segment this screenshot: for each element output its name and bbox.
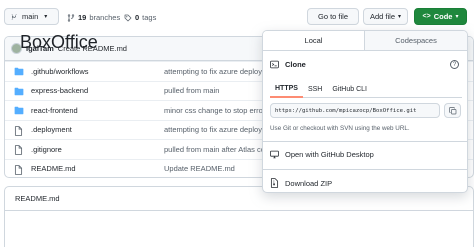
tags-label: tags — [142, 13, 157, 22]
add-file-button[interactable]: Add file ▾ — [363, 8, 408, 25]
branches-count: 19 — [78, 13, 87, 22]
zip-file-icon — [270, 178, 279, 188]
folder-icon — [14, 87, 24, 95]
clone-heading: Clone — [270, 60, 306, 69]
tab-local[interactable]: Local — [263, 31, 365, 50]
clone-tabs: Local Codespaces — [263, 31, 467, 51]
file-name[interactable]: README.md — [31, 164, 76, 173]
download-zip-label: Download ZIP — [285, 178, 333, 188]
code-label: Code — [433, 12, 453, 21]
chevron-down-icon: ▾ — [44, 14, 48, 20]
copy-url-button[interactable] — [444, 103, 461, 118]
clone-label: Clone — [285, 60, 306, 69]
branch-selector-button[interactable]: main ▾ — [4, 8, 59, 25]
clone-dropdown-panel: Local Codespaces Clone ? HTTPS SSH GitHu… — [262, 30, 468, 193]
clone-hint-text: Use Git or checkout with SVN using the w… — [270, 125, 410, 132]
file-commit-message[interactable]: Update README.md — [164, 164, 235, 173]
branch-icon — [11, 13, 17, 20]
folder-icon — [14, 106, 24, 115]
branches-label: branches — [89, 13, 121, 22]
file-icon — [14, 145, 23, 155]
file-name[interactable]: .gitignore — [31, 145, 62, 154]
tag-icon — [124, 14, 132, 21]
chevron-down-icon: ▾ — [455, 14, 459, 20]
file-name[interactable]: .github/workflows — [31, 67, 89, 76]
file-commit-message[interactable]: attempting to fix azure deploy — [164, 125, 262, 134]
desktop-icon — [270, 150, 279, 159]
tab-github-cli[interactable]: GitHub CLI — [327, 81, 372, 98]
file-commit-message[interactable]: attempting to fix azure deploy — [164, 67, 262, 76]
clone-protocol-tabs: HTTPS SSH GitHub CLI — [270, 81, 462, 98]
code-button[interactable]: <> Code ▾ — [414, 8, 467, 25]
tab-https[interactable]: HTTPS — [270, 81, 303, 98]
tags-link[interactable]: 0 tags — [124, 13, 156, 22]
clone-url-input[interactable]: https://github.com/mpicazocp/BoxOffice.g… — [270, 103, 440, 118]
open-github-desktop-button[interactable]: Open with GitHub Desktop — [270, 150, 374, 159]
tags-count: 0 — [135, 13, 140, 22]
readme-title: BoxOffice — [20, 32, 98, 52]
file-name[interactable]: .deployment — [31, 125, 72, 134]
folder-icon — [14, 67, 24, 76]
divider — [263, 141, 467, 142]
readme-filename[interactable]: README.md — [15, 194, 60, 203]
download-zip-button[interactable]: Download ZIP — [270, 178, 332, 188]
branches-link[interactable]: 19 branches — [67, 13, 120, 22]
divider — [263, 169, 467, 170]
file-commit-message[interactable]: pulled from main — [164, 86, 219, 95]
terminal-icon — [270, 60, 279, 69]
copy-icon — [448, 106, 456, 114]
file-icon — [14, 125, 23, 136]
code-icon: <> — [422, 13, 431, 20]
tab-ssh[interactable]: SSH — [303, 81, 327, 98]
go-to-file-button[interactable]: Go to file — [307, 8, 359, 25]
branch-icon — [67, 13, 75, 22]
file-commit-message[interactable]: minor css change to stop error — [164, 106, 265, 115]
file-name[interactable]: express-backend — [31, 86, 88, 95]
file-name[interactable]: react-frontend — [31, 106, 78, 115]
help-icon[interactable]: ? — [450, 60, 459, 69]
go-to-file-label: Go to file — [317, 12, 348, 21]
tab-codespaces[interactable]: Codespaces — [365, 31, 467, 50]
add-file-label: Add file — [369, 12, 395, 21]
file-icon — [14, 164, 23, 175]
chevron-down-icon: ▾ — [398, 14, 402, 20]
readme-box: README.md — [4, 186, 474, 247]
branch-name: main — [22, 12, 39, 21]
open-desktop-label: Open with GitHub Desktop — [285, 150, 374, 159]
file-commit-message[interactable]: pulled from main after Atlas cor — [164, 145, 267, 154]
